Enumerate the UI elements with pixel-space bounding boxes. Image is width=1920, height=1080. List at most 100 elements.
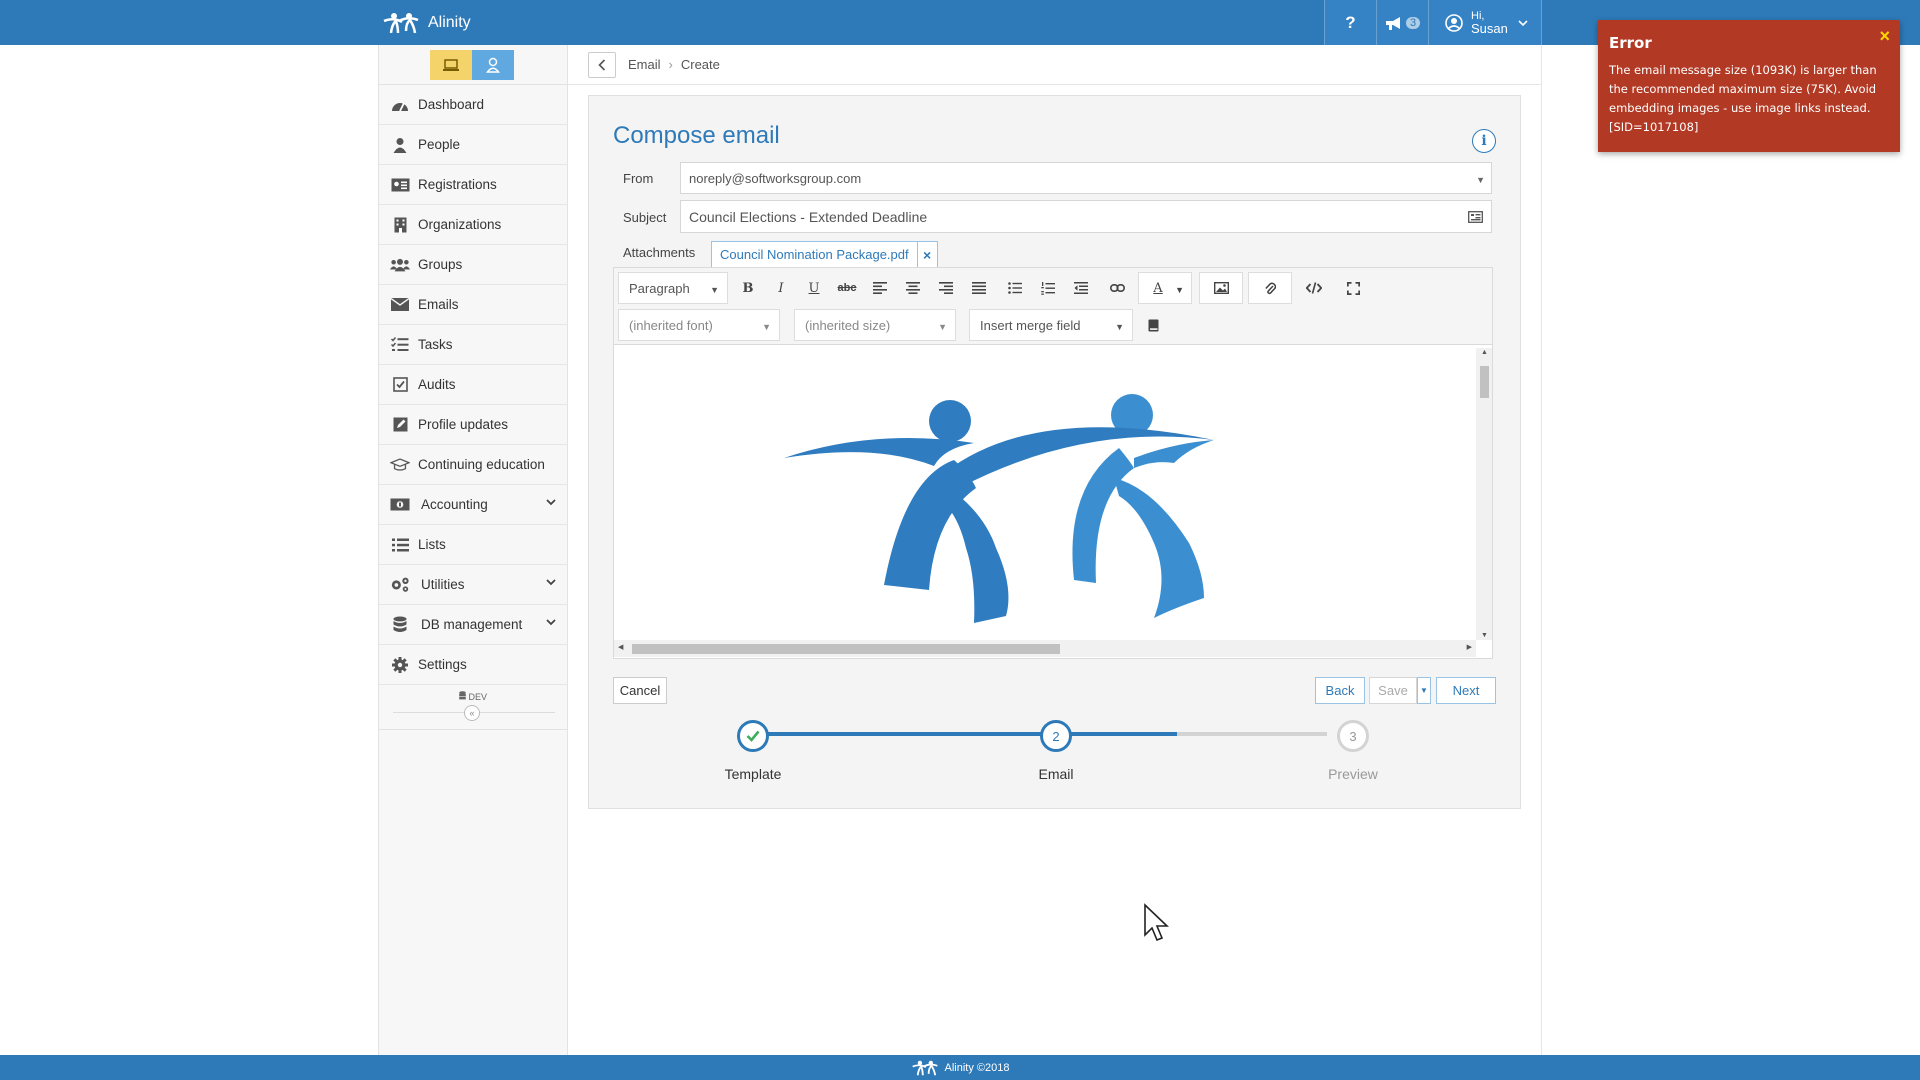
template-button[interactable] [1138, 309, 1168, 341]
double-chevron-left-icon: « [469, 708, 475, 718]
save-options-button[interactable]: ▼ [1417, 677, 1431, 704]
sidebar-nav: Dashboard People Registrations Organizat… [379, 85, 568, 685]
merge-field-select[interactable]: Insert merge field ▼ [969, 309, 1133, 341]
source-code-button[interactable] [1297, 272, 1331, 304]
sidebar-item-tasks[interactable]: Tasks [379, 325, 568, 365]
announcements-button[interactable]: 3 [1376, 0, 1428, 45]
close-toast-button[interactable]: × [1879, 26, 1890, 47]
sidebar-item-dashboard[interactable]: Dashboard [379, 85, 568, 125]
insert-image-button[interactable] [1199, 272, 1243, 304]
vertical-scroll-thumb[interactable] [1480, 366, 1489, 398]
info-icon[interactable]: i [1472, 129, 1496, 153]
tasks-icon [390, 337, 410, 353]
block-format-select[interactable]: Paragraph ▼ [618, 272, 728, 304]
save-button[interactable]: Save [1369, 677, 1417, 704]
sidebar-item-continuing-education[interactable]: Continuing education [379, 445, 568, 485]
page-title: Compose email [613, 122, 780, 149]
toast-title: Error [1609, 34, 1652, 52]
database-icon [390, 616, 410, 633]
attachment-chip[interactable]: Council Nomination Package.pdf × [711, 241, 938, 268]
scroll-up-arrow[interactable]: ▲ [1481, 349, 1488, 356]
subject-input[interactable]: Council Elections - Extended Deadline [680, 200, 1492, 233]
font-family-select[interactable]: (inherited font) ▼ [618, 309, 780, 341]
sidebar-item-groups[interactable]: Groups [379, 245, 568, 285]
caret-down-icon: ▼ [1420, 686, 1428, 695]
wizard-step-preview[interactable]: 3 [1337, 720, 1369, 752]
fullscreen-button[interactable] [1336, 272, 1370, 304]
horizontal-scrollbar[interactable]: ◀ ▶ [614, 640, 1476, 657]
font-family-value: (inherited font) [629, 317, 713, 333]
wizard-step-email[interactable]: 2 [1040, 720, 1072, 752]
align-left-icon [873, 282, 887, 294]
align-center-button[interactable] [898, 272, 928, 304]
sidebar-item-accounting[interactable]: Accounting [379, 485, 568, 525]
chevron-down-icon [546, 619, 556, 626]
scroll-right-arrow[interactable]: ▶ [1467, 643, 1472, 651]
sidebar-item-utilities[interactable]: Utilities [379, 565, 568, 605]
sidebar-item-registrations[interactable]: Registrations [379, 165, 568, 205]
horizontal-scroll-thumb[interactable] [632, 644, 1060, 654]
brand-logo[interactable]: Alinity [382, 8, 471, 38]
question-icon: ? [1345, 12, 1356, 32]
next-button[interactable]: Next [1436, 677, 1496, 704]
sidebar-item-people[interactable]: People [379, 125, 568, 165]
desktop-mode-button[interactable] [430, 50, 472, 80]
rich-text-editor: Paragraph ▼ B I U abc A ▼ (inherited fon… [613, 267, 1493, 659]
sidebar-item-lists[interactable]: Lists [379, 525, 568, 565]
caret-down-icon: ▼ [762, 322, 771, 332]
wizard-label-preview: Preview [1328, 766, 1378, 782]
collapse-sidebar-button[interactable]: « [464, 705, 480, 721]
justify-button[interactable] [964, 272, 994, 304]
align-right-button[interactable] [931, 272, 961, 304]
breadcrumb-email-link[interactable]: Email [628, 57, 661, 72]
numbered-list-button[interactable] [1033, 272, 1063, 304]
outdent-button[interactable] [1066, 272, 1096, 304]
merge-fields-icon[interactable] [1468, 211, 1483, 223]
wizard-step-template[interactable] [737, 720, 769, 752]
strikethrough-button[interactable]: abc [832, 272, 862, 304]
font-size-select[interactable]: (inherited size) ▼ [794, 309, 956, 341]
bullet-list-icon [1008, 282, 1022, 294]
editor-content[interactable] [614, 348, 1474, 638]
italic-button[interactable]: I [766, 272, 796, 304]
sidebar-item-emails[interactable]: Emails [379, 285, 568, 325]
scroll-left-arrow[interactable]: ◀ [618, 643, 623, 651]
user-mode-button[interactable] [472, 50, 514, 80]
underline-button[interactable]: U [799, 272, 829, 304]
vertical-scrollbar[interactable]: ▲ ▼ [1476, 348, 1492, 640]
back-label: Back [1325, 683, 1355, 698]
sidebar-item-label: Tasks [418, 337, 453, 352]
sidebar-item-settings[interactable]: Settings [379, 645, 568, 685]
list-icon [390, 537, 410, 553]
sidebar-item-label: Dashboard [418, 97, 485, 112]
back-button[interactable]: Back [1315, 677, 1365, 704]
align-left-button[interactable] [865, 272, 895, 304]
id-card-icon [390, 177, 410, 193]
sidebar-item-db-management[interactable]: DB management [379, 605, 568, 645]
remove-attachment-button[interactable]: × [916, 242, 937, 267]
bullet-list-button[interactable] [1000, 272, 1030, 304]
sidebar-item-label: Continuing education [418, 457, 545, 472]
text-color-button[interactable]: A ▼ [1138, 272, 1192, 304]
attach-file-button[interactable] [1248, 272, 1292, 304]
bold-button[interactable]: B [733, 272, 763, 304]
chevron-down-icon [546, 499, 556, 506]
link-button[interactable] [1102, 272, 1132, 304]
wizard-label-template: Template [724, 766, 782, 782]
attachments-label: Attachments [623, 245, 696, 260]
user-menu[interactable]: Hi, Susan [1428, 0, 1542, 45]
user-circle-icon [1445, 13, 1463, 32]
sidebar-item-label: Groups [418, 257, 463, 272]
back-nav-button[interactable] [588, 51, 616, 78]
breadcrumb-current: Create [680, 57, 720, 72]
sidebar-item-audits[interactable]: Audits [379, 365, 568, 405]
scroll-down-arrow[interactable]: ▼ [1481, 632, 1488, 639]
attachment-name[interactable]: Council Nomination Package.pdf [712, 247, 917, 262]
user-greeting: Hi, Susan [1471, 10, 1508, 36]
sidebar-item-organizations[interactable]: Organizations [379, 205, 568, 245]
sidebar-item-profile-updates[interactable]: Profile updates [379, 405, 568, 445]
from-select[interactable]: noreply@softworksgroup.com ▼ [680, 162, 1492, 194]
help-button[interactable]: ? [1324, 0, 1376, 45]
outdent-icon [1074, 282, 1088, 294]
cancel-button[interactable]: Cancel [613, 677, 667, 704]
